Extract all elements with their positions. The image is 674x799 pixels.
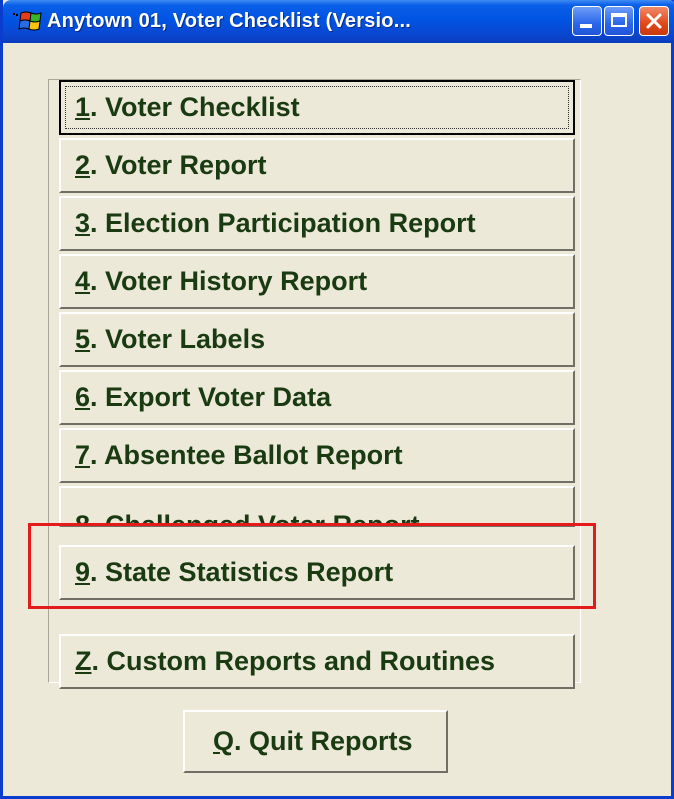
button-label: . Custom Reports and Routines: [91, 646, 496, 676]
hotkey: Z: [75, 646, 92, 676]
hotkey: 8: [75, 510, 91, 527]
window-title: Anytown 01, Voter Checklist (Versio...: [47, 10, 411, 32]
button-label: . Challenged Voter Report: [90, 510, 420, 527]
hotkey: 6: [75, 382, 91, 412]
voter-report-button[interactable]: 2. Voter Report: [59, 138, 575, 193]
quit-reports-button[interactable]: Q. Quit Reports: [183, 710, 448, 773]
button-label: . Voter Checklist: [90, 92, 300, 122]
button-label: . State Statistics Report: [90, 557, 394, 587]
election-participation-report-button[interactable]: 3. Election Participation Report: [59, 196, 575, 251]
hotkey: 2: [75, 150, 91, 180]
absentee-ballot-report-button[interactable]: 7. Absentee Ballot Report: [59, 428, 575, 483]
button-label: . Voter History Report: [90, 266, 368, 296]
button-label: . Voter Report: [90, 150, 267, 180]
voter-labels-button[interactable]: 5. Voter Labels: [59, 312, 575, 367]
hotkey: Q: [213, 726, 235, 756]
voter-checklist-button[interactable]: 1. Voter Checklist: [59, 80, 575, 135]
app-window: Anytown 01, Voter Checklist (Versio... 1…: [0, 0, 674, 799]
minimize-button[interactable]: [572, 6, 602, 36]
button-label: . Export Voter Data: [90, 382, 332, 412]
state-statistics-report-button[interactable]: 9. State Statistics Report: [59, 545, 575, 600]
voter-history-report-button[interactable]: 4. Voter History Report: [59, 254, 575, 309]
export-voter-data-button[interactable]: 6. Export Voter Data: [59, 370, 575, 425]
hotkey: 4: [75, 266, 91, 296]
hotkey: 1: [75, 92, 91, 122]
maximize-icon: [611, 13, 627, 27]
button-label: . Election Participation Report: [90, 208, 476, 238]
button-label: . Absentee Ballot Report: [90, 440, 403, 470]
maximize-button[interactable]: [604, 6, 634, 36]
hotkey: 3: [75, 208, 91, 238]
button-label: . Quit Reports: [234, 726, 413, 756]
button-label: . Voter Labels: [90, 324, 266, 354]
hotkey: 5: [75, 324, 91, 354]
hotkey: 9: [75, 557, 91, 587]
minimize-icon: [580, 24, 592, 28]
title-bar[interactable]: Anytown 01, Voter Checklist (Versio...: [3, 0, 674, 43]
windows-flag-icon: [13, 10, 43, 32]
custom-reports-button[interactable]: Z. Custom Reports and Routines: [59, 634, 575, 689]
challenged-voter-report-button[interactable]: 8. Challenged Voter Report: [59, 486, 575, 527]
hotkey: 7: [75, 440, 91, 470]
close-button[interactable]: [639, 6, 669, 36]
close-icon: [646, 13, 662, 29]
